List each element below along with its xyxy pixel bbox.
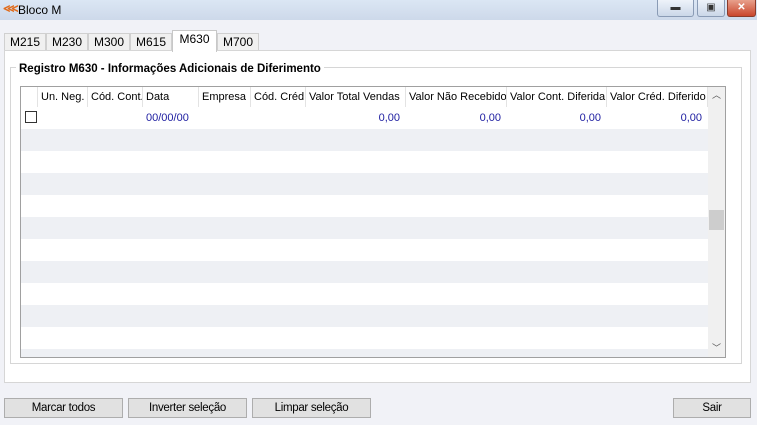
scroll-up-icon[interactable]: ︿ bbox=[708, 87, 725, 104]
col-header-data[interactable]: Data bbox=[143, 87, 199, 107]
empty-row bbox=[21, 239, 709, 261]
records-grid[interactable]: Un. Neg. Cód. Cont. Data Empresa Cód. Cr… bbox=[20, 86, 726, 358]
tab-m630[interactable]: M630 bbox=[172, 30, 217, 52]
vertical-scrollbar[interactable]: ︿ ﹀ bbox=[708, 87, 725, 357]
app-logo-icon: ⋘ bbox=[3, 3, 19, 15]
scroll-down-icon[interactable]: ﹀ bbox=[708, 340, 725, 357]
empty-row bbox=[21, 305, 709, 327]
group-title: Registro M630 - Informações Adicionais d… bbox=[16, 62, 324, 76]
col-header-valor-cont-diferida[interactable]: Valor Cont. Diferida bbox=[507, 87, 607, 107]
empty-row bbox=[21, 327, 709, 349]
tab-m700[interactable]: M700 bbox=[217, 33, 259, 51]
close-button[interactable]: ✕ bbox=[727, 0, 756, 17]
empty-row bbox=[21, 349, 709, 357]
marcar-todos-button[interactable]: Marcar todos bbox=[4, 398, 123, 418]
maximize-button[interactable]: ▣ bbox=[697, 0, 725, 17]
tab-m615[interactable]: M615 bbox=[130, 33, 172, 51]
col-header-cod-cont[interactable]: Cód. Cont. bbox=[88, 87, 143, 107]
tab-m215[interactable]: M215 bbox=[4, 33, 46, 51]
title-bar: ⋘ Bloco M ▬ ▣ ✕ bbox=[0, 0, 757, 20]
col-header-valor-cred-diferido[interactable]: Valor Créd. Diferido bbox=[607, 87, 708, 107]
cell-valor-cont-diferida: 0,00 bbox=[579, 112, 601, 124]
cell-data: 00/00/00 bbox=[146, 112, 189, 124]
tab-m230[interactable]: M230 bbox=[46, 33, 88, 51]
empty-row bbox=[21, 195, 709, 217]
col-header-empresa[interactable]: Empresa bbox=[199, 87, 251, 107]
limpar-selecao-button[interactable]: Limpar seleção bbox=[252, 398, 371, 418]
scroll-thumb[interactable] bbox=[709, 210, 724, 230]
empty-row bbox=[21, 129, 709, 151]
col-header-check[interactable] bbox=[21, 87, 38, 107]
sair-button[interactable]: Sair bbox=[673, 398, 751, 418]
cell-valor-nao-recebido: 0,00 bbox=[479, 112, 501, 124]
row-checkbox[interactable] bbox=[25, 111, 37, 123]
empty-row bbox=[21, 217, 709, 239]
col-header-valor-nao-recebido[interactable]: Valor Não Recebido bbox=[406, 87, 507, 107]
empty-row bbox=[21, 173, 709, 195]
inverter-selecao-button[interactable]: Inverter seleção bbox=[128, 398, 247, 418]
window-title: Bloco M bbox=[18, 3, 62, 17]
cell-valor-total-vendas: 0,00 bbox=[378, 112, 400, 124]
col-header-un-neg[interactable]: Un. Neg. bbox=[38, 87, 88, 107]
cell-valor-cred-diferido: 0,00 bbox=[680, 112, 702, 124]
empty-row bbox=[21, 283, 709, 305]
col-header-cod-cred[interactable]: Cód. Créd. bbox=[251, 87, 306, 107]
grid-header: Un. Neg. Cód. Cont. Data Empresa Cód. Cr… bbox=[21, 87, 709, 107]
minimize-button[interactable]: ▬ bbox=[657, 0, 694, 17]
tab-m300[interactable]: M300 bbox=[88, 33, 130, 51]
table-row[interactable]: 00/00/00 0,00 0,00 0,00 0,00 bbox=[21, 107, 709, 129]
empty-row bbox=[21, 151, 709, 173]
empty-row bbox=[21, 261, 709, 283]
col-header-valor-total-vendas[interactable]: Valor Total Vendas bbox=[306, 87, 406, 107]
